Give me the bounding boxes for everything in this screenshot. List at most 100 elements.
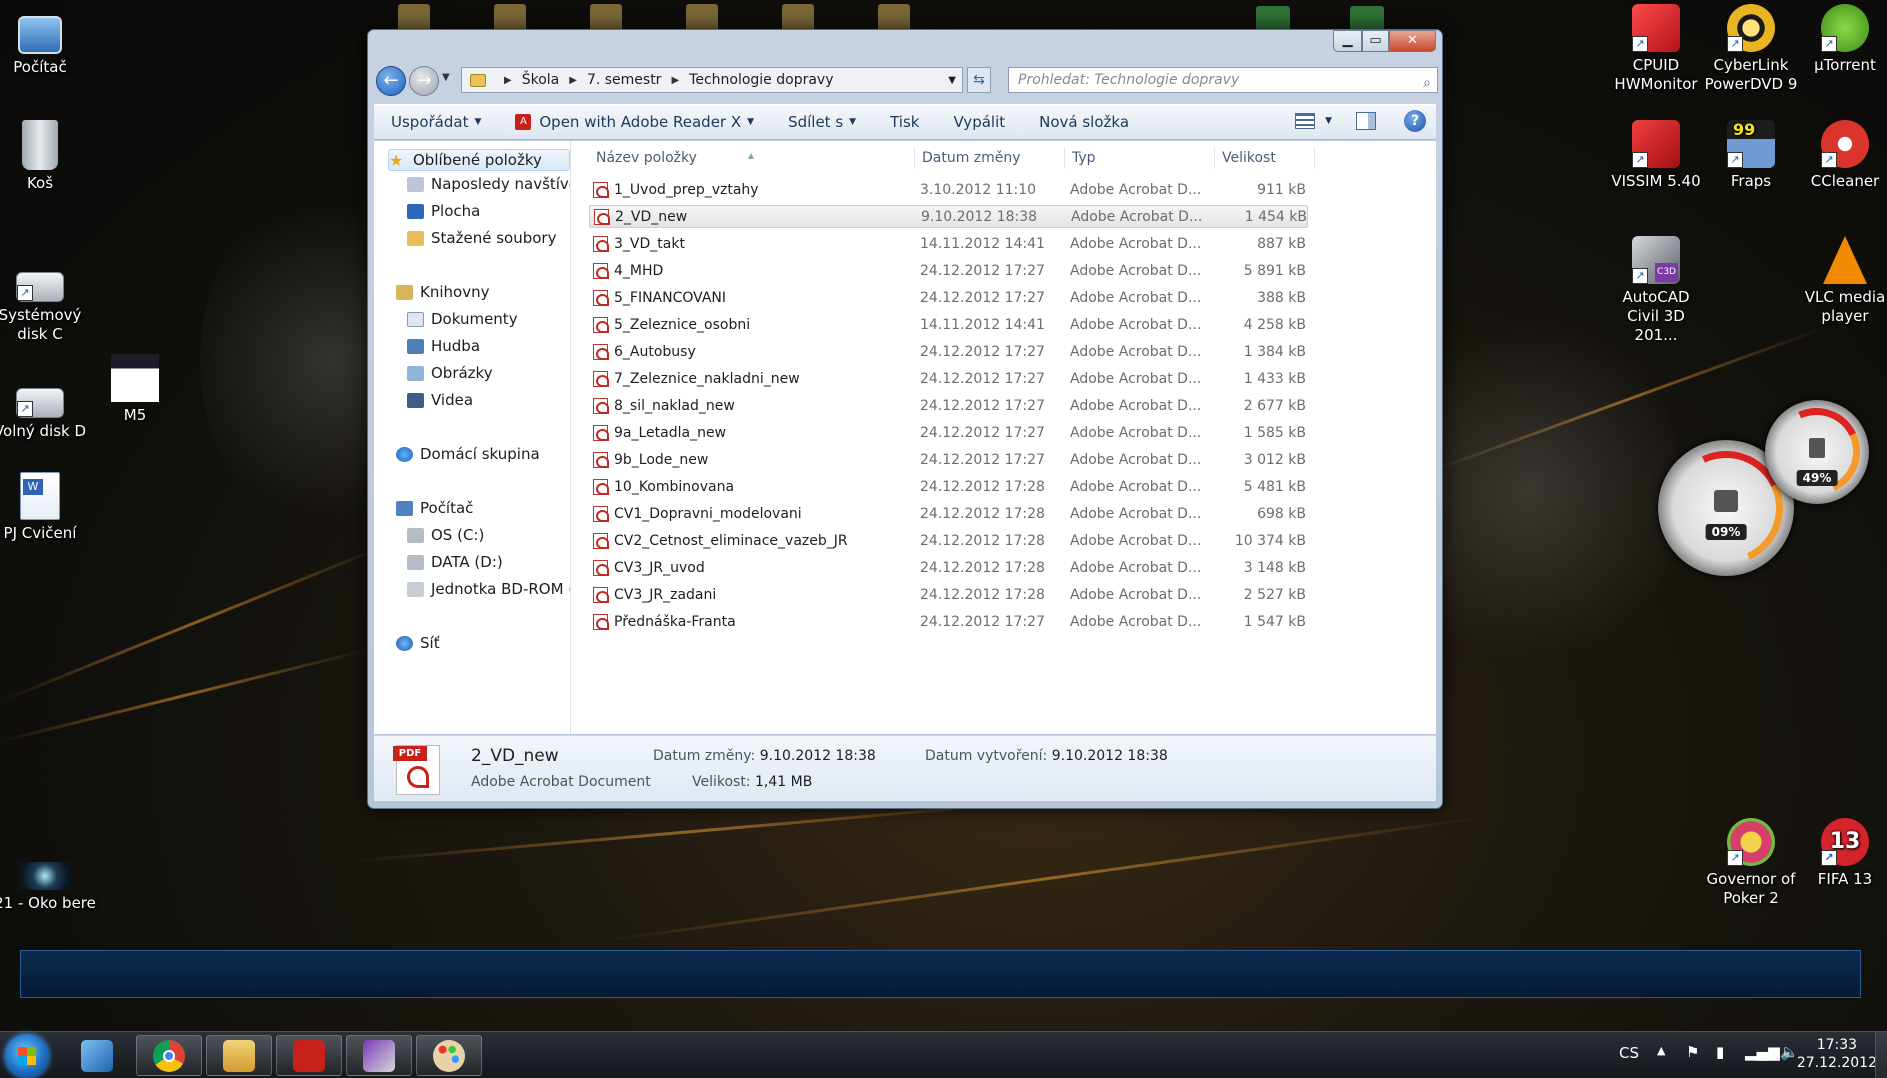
nav-documents[interactable]: Dokumenty <box>407 308 518 330</box>
taskbar-adobe-reader[interactable] <box>276 1035 342 1076</box>
desktop-icon-ccleaner[interactable]: ↗ CCleaner <box>1797 120 1887 191</box>
file-row[interactable]: 10_Kombinovana 24.12.2012 17:28 Adobe Acro… <box>589 475 1308 498</box>
search-input[interactable]: Prohledat: Technologie dopravy ⌕ <box>1008 67 1438 93</box>
forward-button[interactable]: → <box>409 66 439 96</box>
file-row[interactable]: 5_FINANCOVANI 24.12.2012 17:27 Adobe Acrob… <box>589 286 1308 309</box>
burn-button[interactable]: Vypálit <box>936 113 1022 131</box>
nav-recent[interactable]: Naposledy navštívené <box>407 173 570 195</box>
file-row[interactable]: CV3_JR_zadani 24.12.2012 17:28 Adobe Acrob… <box>589 583 1308 606</box>
desktop-icon-recycle-bin[interactable]: Koš <box>0 120 88 193</box>
desktop-icon-vissim[interactable]: ↗ VISSIM 5.40 <box>1608 120 1704 191</box>
help-icon[interactable]: ? <box>1404 110 1426 132</box>
file-row[interactable]: 7_Zeleznice_nakladni_new 24.12.2012 17:27… <box>589 367 1308 390</box>
chevron-down-icon[interactable]: ▼ <box>948 75 956 86</box>
address-bar[interactable]: ▶ Škola ▶ 7. semestr ▶ Technologie dopra… <box>461 67 963 93</box>
chevron-right-icon[interactable]: ▶ <box>569 75 577 86</box>
desktop-icon-computer[interactable]: Počítač <box>0 12 88 77</box>
desktop-icon-pj-cviceni[interactable]: W PJ Cvičení <box>0 472 88 543</box>
column-header-size[interactable]: Velikost <box>1215 147 1315 169</box>
recent-pages-dropdown[interactable]: ▼ <box>442 72 450 83</box>
open-with-button[interactable]: A Open with Adobe Reader X ▼ <box>498 113 771 131</box>
column-header-name[interactable]: ▲ Název položky <box>589 147 915 169</box>
show-desktop-button[interactable] <box>1875 1032 1887 1078</box>
start-button[interactable] <box>5 1034 49 1078</box>
desktop-icon-governor-of-poker[interactable]: ↗ Governor of Poker 2 <box>1703 818 1799 908</box>
taskbar-chrome[interactable] <box>136 1035 202 1076</box>
maximize-button[interactable]: ▭ <box>1362 30 1389 52</box>
language-indicator[interactable]: CS <box>1619 1044 1639 1062</box>
nav-desktop[interactable]: Plocha <box>407 200 480 222</box>
change-view-icon[interactable] <box>1295 113 1316 129</box>
nav-bdrom[interactable]: Jednotka BD-ROM (F:) <box>407 578 570 600</box>
nav-pictures[interactable]: Obrázky <box>407 362 493 384</box>
file-row[interactable]: 2_VD_new 9.10.2012 18:38 Adobe Acrobat D..… <box>589 205 1308 228</box>
desktop-icon-fraps[interactable]: 99 ↗ Fraps <box>1703 120 1799 191</box>
close-button[interactable]: ✕ <box>1389 30 1436 52</box>
battery-icon[interactable]: ▮ <box>1716 1043 1724 1061</box>
breadcrumb-item[interactable]: 7. semestr <box>587 72 662 88</box>
minimize-button[interactable]: ▁ <box>1333 30 1362 52</box>
nav-videos[interactable]: Videa <box>407 389 473 411</box>
chevron-down-icon[interactable]: ▼ <box>1325 116 1332 126</box>
file-list[interactable]: ▲ Název položky Datum změny Typ Velikost … <box>572 141 1436 734</box>
preview-pane-icon[interactable] <box>1356 112 1376 130</box>
desktop-icon-oko-bere[interactable]: 21 - Oko bere <box>0 846 100 913</box>
file-row[interactable]: Přednáška-Franta 24.12.2012 17:27 Adobe Ac… <box>589 610 1308 633</box>
nav-libraries[interactable]: Knihovny <box>396 281 489 303</box>
organize-button[interactable]: Uspořádat ▼ <box>374 113 498 131</box>
back-button[interactable]: ← <box>376 66 406 96</box>
taskbar-explorer[interactable] <box>206 1035 272 1076</box>
nav-drive-d[interactable]: DATA (D:) <box>407 551 503 573</box>
file-row[interactable]: 9b_Lode_new 24.12.2012 17:27 Adobe Acrobat… <box>589 448 1308 471</box>
chevron-right-icon[interactable]: ▶ <box>671 75 679 86</box>
desktop-icon-powerdvd[interactable]: ↗ CyberLink PowerDVD 9 <box>1703 4 1799 94</box>
column-header-date[interactable]: Datum změny <box>915 147 1065 169</box>
file-row[interactable]: CV1_Dopravni_modelovani 24.12.2012 17:28 A… <box>589 502 1308 525</box>
file-row[interactable]: 9a_Letadla_new 24.12.2012 17:27 Adobe Acro… <box>589 421 1308 444</box>
nav-music[interactable]: Hudba <box>407 335 480 357</box>
desktop-icon-fifa[interactable]: 13 ↗ FIFA 13 <box>1797 818 1887 889</box>
file-row[interactable]: 4_MHD 24.12.2012 17:27 Adobe Acrobat D... 5… <box>589 259 1308 282</box>
nav-network[interactable]: Síť <box>396 632 440 654</box>
taskbar-media-player[interactable] <box>64 1035 130 1076</box>
file-row[interactable]: 1_Uvod_prep_vztahy 3.10.2012 11:10 Adobe A… <box>589 178 1308 201</box>
chevron-right-icon[interactable]: ▶ <box>504 75 512 86</box>
file-row[interactable]: 5_Zeleznice_osobni 14.11.2012 14:41 Adobe … <box>589 313 1308 336</box>
desktop-icon-utorrent[interactable]: ↗ µTorrent <box>1797 4 1887 75</box>
breadcrumb-item[interactable]: Technologie dopravy <box>689 72 833 88</box>
file-row[interactable]: 6_Autobusy 24.12.2012 17:27 Adobe Acrobat … <box>589 340 1308 363</box>
file-row[interactable]: 3_VD_takt 14.11.2012 14:41 Adobe Acrobat D… <box>589 232 1308 255</box>
file-row[interactable]: 8_sil_naklad_new 24.12.2012 17:27 Adobe Ac… <box>589 394 1308 417</box>
file-type: Adobe Acrobat D... <box>1070 586 1202 603</box>
show-hidden-icons-button[interactable]: ▲ <box>1657 1044 1665 1057</box>
nav-computer[interactable]: Počítač <box>396 497 473 519</box>
new-folder-button[interactable]: Nová složka <box>1022 113 1146 131</box>
desktop-icon-drive-d[interactable]: ↗ Volný disk D <box>0 374 88 441</box>
refresh-button[interactable]: ⇆ <box>967 67 991 93</box>
explorer-window[interactable]: ▁ ▭ ✕ ← → ▼ ▶ Škola ▶ 7. semestr ▶ Techn… <box>367 29 1443 809</box>
share-button[interactable]: Sdílet s ▼ <box>771 113 873 131</box>
nav-downloads[interactable]: Stažené soubory <box>407 227 556 249</box>
desktop-icon-m5[interactable]: M5 <box>87 354 183 425</box>
file-row[interactable]: CV2_Cetnost_eliminace_vazeb_JR 24.12.2012… <box>589 529 1308 552</box>
network-signal-icon[interactable]: ▂▄▆ <box>1745 1043 1780 1061</box>
breadcrumb-item[interactable]: Škola <box>522 72 560 88</box>
desktop-icon-vlc[interactable]: VLC media player <box>1797 236 1887 326</box>
empty-app-bar[interactable] <box>20 950 1861 998</box>
taskbar-vissim[interactable] <box>346 1035 412 1076</box>
desktop-icon-autocad[interactable]: C3D ↗ AutoCAD Civil 3D 201... <box>1608 236 1704 345</box>
file-row[interactable]: CV3_JR_uvod 24.12.2012 17:28 Adobe Acrobat… <box>589 556 1308 579</box>
search-icon[interactable]: ⌕ <box>1423 71 1431 95</box>
desktop-icon-hwmonitor[interactable]: ↗ CPUID HWMonitor <box>1608 4 1704 94</box>
clock[interactable]: 17:33 27.12.2012 <box>1797 1036 1877 1072</box>
memory-gauge-gadget[interactable]: 49% <box>1761 396 1873 508</box>
nav-favorites[interactable]: ★ Oblíbené položky <box>388 149 570 171</box>
taskbar-paint[interactable] <box>416 1035 482 1076</box>
action-center-flag-icon[interactable]: ⚑ <box>1686 1043 1699 1061</box>
desktop-icon-drive-c[interactable]: ↗ Systémový disk C <box>0 258 88 344</box>
column-header-type[interactable]: Typ <box>1065 147 1215 169</box>
navigation-pane[interactable]: ★ Oblíbené položky Naposledy navštívené P… <box>374 141 571 734</box>
print-button[interactable]: Tisk <box>873 113 936 131</box>
nav-drive-c[interactable]: OS (C:) <box>407 524 484 546</box>
nav-homegroup[interactable]: Domácí skupina <box>396 443 540 465</box>
